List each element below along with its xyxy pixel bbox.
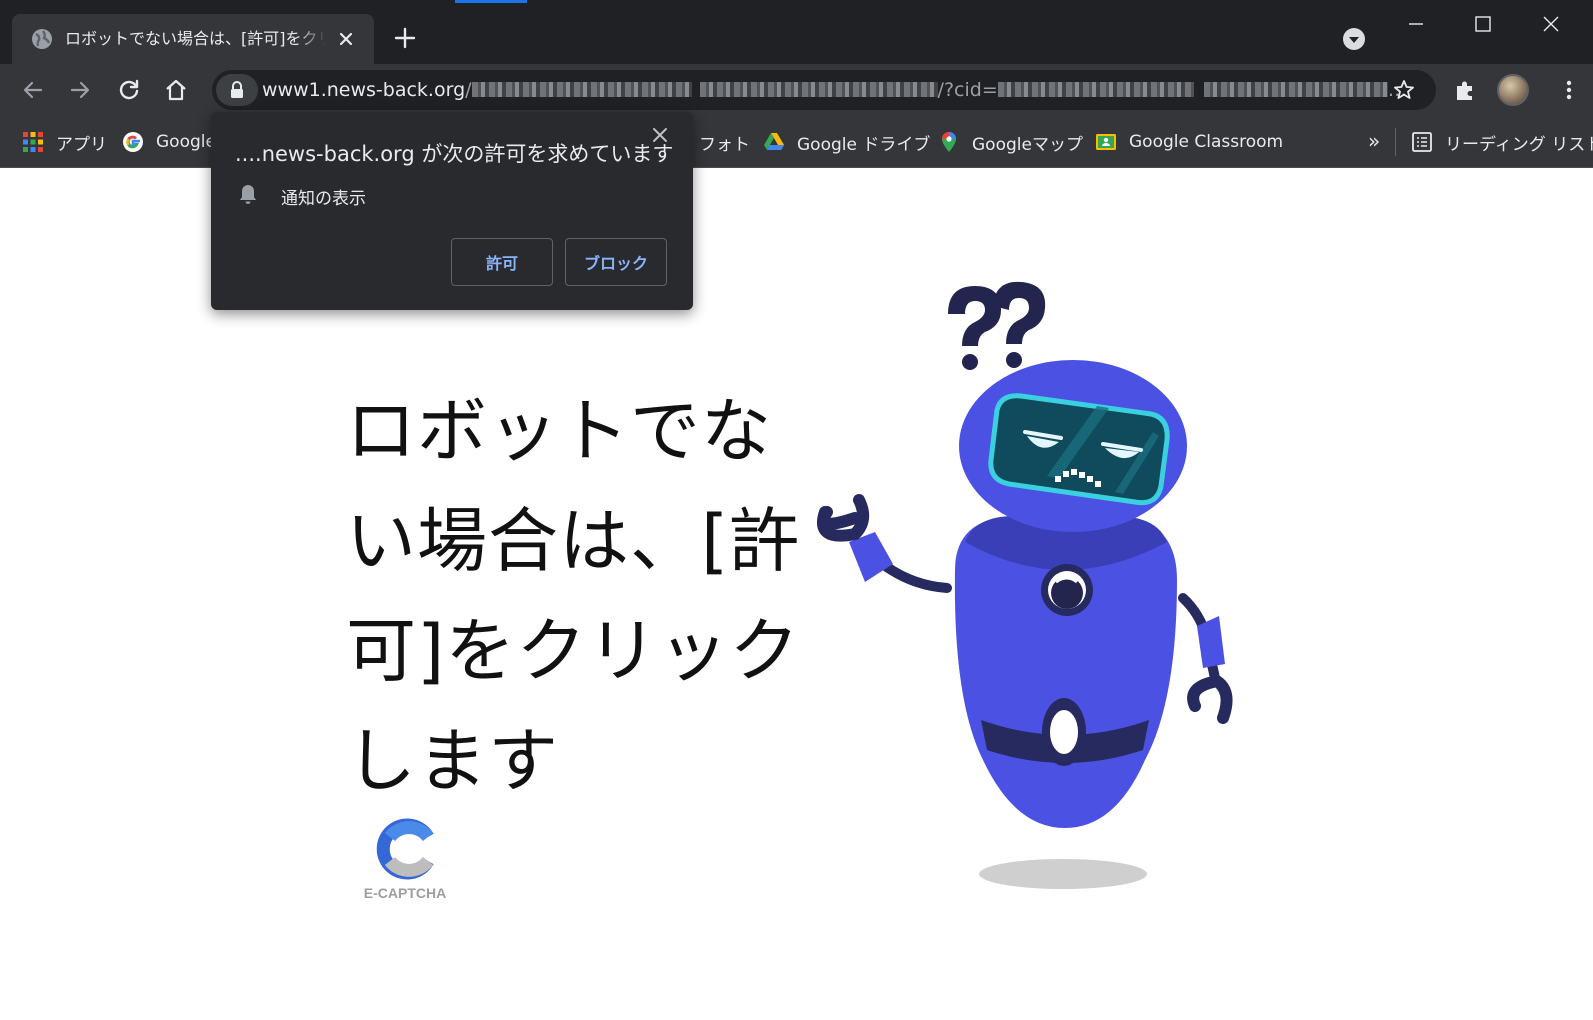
bookmark-maps[interactable]: Googleマップ [938,129,1083,155]
bookmark-apps-label: アプリ [56,134,107,155]
url-host: www1.news-back.org [262,79,466,101]
e-captcha-label: E-CAPTCHA [363,885,447,901]
title-bar: ロボットでない場合は、[許可]をクリック [0,0,1593,64]
browser-toolbar: www1.news-back.org//?cid=… [0,64,1593,116]
redacted-query [1203,82,1388,97]
permission-item-notifications: 通知の表示 [281,189,366,209]
bookmarks-overflow-chevron[interactable]: » [1368,129,1380,153]
bookmark-classroom[interactable]: Google Classroom [1095,129,1283,155]
window-close-icon[interactable] [1541,14,1561,34]
site-info-button[interactable] [216,74,258,106]
tab-title: ロボットでない場合は、[許可]をクリック [65,29,327,48]
bookmark-photos[interactable]: フォト [699,129,750,155]
back-icon[interactable] [20,77,46,103]
url-text[interactable]: www1.news-back.org//?cid=… [262,78,1407,102]
reading-list-label: リーディング リスト [1445,134,1593,155]
reading-list-button[interactable]: リーディング リスト [1411,129,1593,155]
bookmark-photos-label: フォト [699,134,750,155]
bookmark-apps[interactable]: アプリ [22,129,107,155]
active-tab[interactable]: ロボットでない場合は、[許可]をクリック [12,14,374,64]
globe-icon [32,29,52,49]
bookmark-google-label: Google [156,132,216,152]
bookmark-drive-label: Google ドライブ [797,134,931,155]
reload-icon[interactable] [116,77,142,103]
bookmark-google[interactable]: Google [122,129,216,155]
redacted-query [997,82,1194,97]
allow-button[interactable]: 許可 [451,238,553,286]
tab-search-icon[interactable] [1343,28,1365,50]
tab-strip-accent [455,0,527,3]
lock-icon [231,81,243,98]
maximize-icon[interactable] [1473,14,1493,34]
forward-icon[interactable] [67,77,93,103]
address-bar[interactable]: www1.news-back.org//?cid=… [212,70,1436,110]
e-captcha-logo-icon [376,818,434,880]
redacted-path [699,82,938,97]
notification-permission-popup: ....news-back.org が次の許可を求めています 通知の表示 許可 … [211,112,693,310]
bookmark-drive[interactable]: Google ドライブ [763,129,930,155]
popup-close-icon[interactable] [651,126,669,144]
google-drive-icon [764,133,784,150]
google-g-icon [123,132,143,152]
redacted-path [471,82,692,97]
block-button[interactable]: ブロック [565,238,667,286]
confused-robot-illustration [817,281,1233,889]
new-tab-icon[interactable] [393,26,417,50]
bookmarks-separator [1395,128,1396,156]
minimize-icon[interactable] [1406,14,1426,34]
close-tab-icon[interactable] [336,29,356,49]
google-maps-pin-icon [942,132,956,152]
bookmark-star-icon[interactable] [1392,78,1416,102]
profile-avatar[interactable] [1497,74,1529,106]
url-query: /?cid= [937,79,998,101]
page-headline: ロボットでない場合は、[許可]をクリックします [346,390,801,802]
bookmark-classroom-label: Google Classroom [1129,132,1284,152]
extensions-icon[interactable] [1452,77,1478,103]
question-marks-icon [948,281,1046,370]
google-classroom-icon [1096,134,1116,150]
menu-kebab-icon[interactable] [1556,77,1582,103]
bookmark-maps-label: Googleマップ [972,134,1083,155]
permission-title: ....news-back.org が次の許可を求めています [235,142,674,166]
bell-icon [240,185,256,204]
apps-grid-icon [23,132,43,152]
reading-list-icon [1412,132,1432,152]
home-icon[interactable] [163,77,189,103]
